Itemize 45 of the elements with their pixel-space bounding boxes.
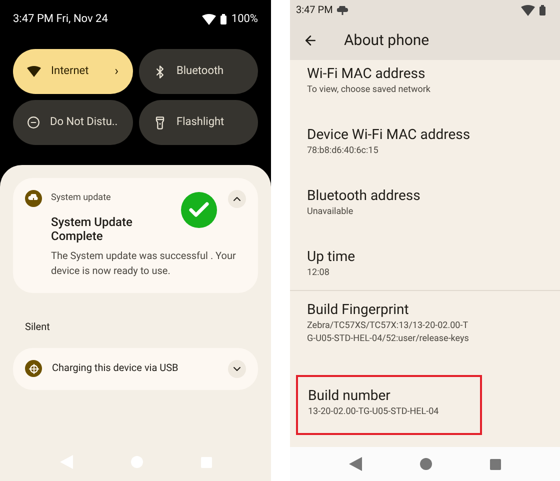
battery-level: 100% (231, 10, 258, 27)
setting-value: To view, choose saved network (307, 84, 432, 97)
wifi-icon (202, 14, 216, 24)
setting-item[interactable]: Bluetooth address Unavailable (290, 187, 560, 229)
wifi-icon (27, 66, 41, 77)
status-time: 3:47 PM (296, 4, 333, 18)
home-icon[interactable] (420, 458, 432, 470)
setting-value: 13-20-02.00-TG-U05-STD-HEL-04 (308, 406, 440, 419)
setting-title: Up time (307, 248, 356, 266)
status-time: 3:47 PM Fri, Nov 24 (13, 10, 108, 27)
back-icon[interactable] (349, 457, 362, 471)
quick-setting-tile[interactable]: Internet › (13, 49, 132, 94)
setting-title: Wi-Fi MAC address (307, 65, 426, 83)
chevron-icon: › (114, 62, 118, 82)
notification-body: The System update was successful . Your device is now ready to use. (51, 250, 237, 278)
minus-circle-icon (27, 116, 40, 129)
section-label: Silent (25, 320, 51, 334)
setting-title: Device Wi-Fi MAC address (307, 126, 472, 144)
recents-icon[interactable] (490, 458, 501, 470)
setting-item[interactable]: Build Fingerprint Zebra/TC57XS/TC57X:13/13-20-02.00-TG-U05-STD-HEL-04/52:user/release-keys (290, 301, 560, 356)
expand-button[interactable] (228, 360, 246, 378)
notification-card[interactable]: System update System Update Complete The System update was successful . Your device is now ready to use. (13, 178, 258, 292)
setting-value: 78:b8:d6:40:6c:15 (307, 145, 380, 158)
notification-title: Charging this device via USB (52, 362, 180, 376)
setting-value: 12:08 (307, 267, 330, 280)
setting-title: Build Fingerprint (307, 301, 410, 319)
screen-title: About phone (344, 30, 430, 51)
setting-item[interactable]: Device Wi-Fi MAC address 78:b8:d6:40:6c:15 (290, 126, 560, 168)
wifi-icon (521, 4, 535, 16)
setting-item[interactable]: Up time 12:08 (290, 248, 560, 290)
quick-setting-tile[interactable]: Bluetooth (138, 49, 258, 94)
battery-icon (220, 14, 228, 24)
setting-value: Unavailable (307, 206, 354, 219)
setting-value: Zebra/TC57XS/TC57X:13/13-20-02.00-TG-U05-STD-HEL-04/52:user/release-keys (307, 320, 469, 346)
collapse-button[interactable] (228, 190, 246, 208)
notification-title: System Update Complete (51, 214, 134, 242)
setting-item[interactable]: Build number 13-20-02.00-TG-U05-STD-HEL-04 (296, 375, 482, 435)
setting-title: Bluetooth address (307, 187, 422, 205)
notification-card[interactable]: Charging this device via USB (13, 348, 258, 390)
setting-title: Build number (308, 387, 392, 405)
notification-app-name: System update (51, 192, 111, 205)
quick-setting-tile[interactable]: Do Not Distu.. (13, 100, 132, 145)
setting-item[interactable]: Wi-Fi MAC address To view, choose saved network (290, 65, 560, 107)
battery-icon (539, 4, 546, 16)
quick-setting-tile[interactable]: Flashlight (138, 100, 258, 145)
